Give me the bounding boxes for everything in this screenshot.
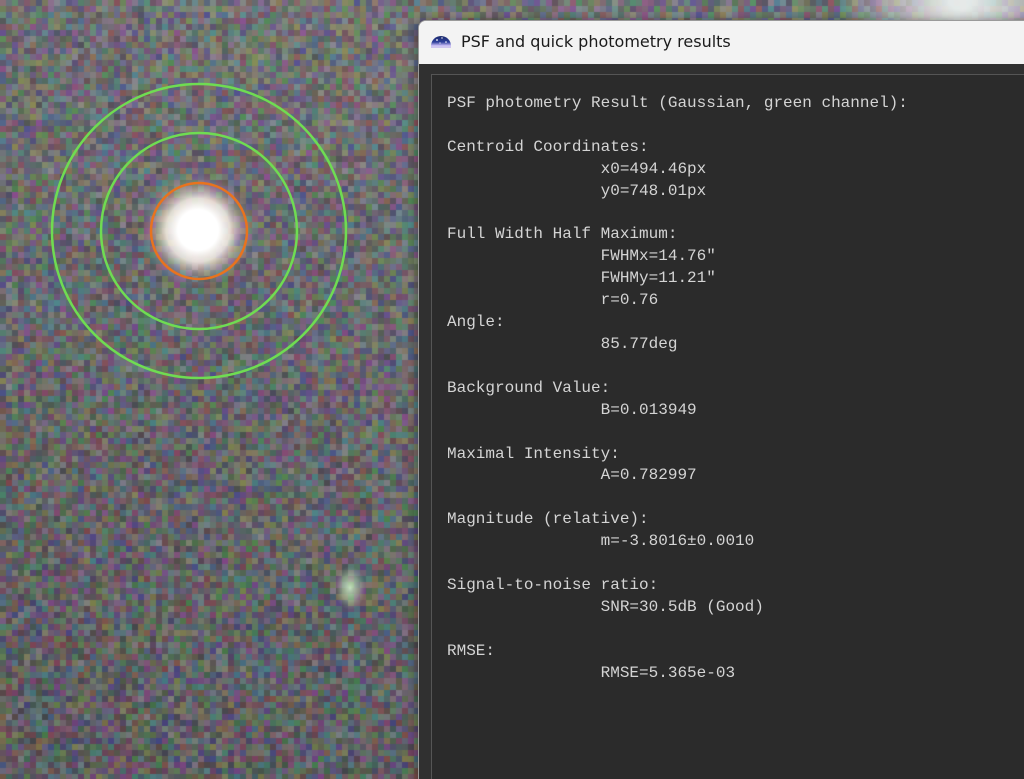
window-title: PSF and quick photometry results — [461, 32, 731, 51]
results-text[interactable]: PSF photometry Result (Gaussian, green c… — [447, 93, 908, 684]
results-text-panel[interactable]: PSF photometry Result (Gaussian, green c… — [431, 74, 1024, 779]
rmse-label: RMSE: — [447, 641, 496, 660]
snr-label: Signal-to-noise ratio: — [447, 575, 659, 594]
intensity-value: A=0.782997 — [600, 466, 697, 485]
angle-label: Angle: — [447, 313, 505, 332]
centroid-y0: y0=748.01px — [600, 181, 707, 200]
fwhm-r: r=0.76 — [600, 291, 659, 310]
magnitude-value: m=-3.8016±0.0010 — [600, 532, 755, 551]
fwhm-label: Full Width Half Maximum: — [447, 225, 678, 244]
centroid-x0: x0=494.46px — [600, 159, 707, 178]
background-value: B=0.013949 — [600, 400, 697, 419]
fwhm-x: FWHMx=14.76" — [600, 247, 716, 266]
target-star — [140, 172, 256, 288]
angle-value: 85.77deg — [600, 334, 678, 353]
intensity-label: Maximal Intensity: — [447, 444, 620, 463]
image-viewer[interactable]: PSF and quick photometry results PSF pho… — [0, 0, 1024, 779]
window-titlebar[interactable]: PSF and quick photometry results — [419, 21, 1024, 64]
result-heading: PSF photometry Result (Gaussian, green c… — [447, 94, 908, 112]
faint-star — [334, 566, 366, 610]
magnitude-label: Magnitude (relative): — [447, 510, 649, 529]
rmse-value: RMSE=5.365e-03 — [600, 663, 736, 682]
background-label: Background Value: — [447, 378, 611, 397]
psf-results-window[interactable]: PSF and quick photometry results PSF pho… — [418, 20, 1024, 779]
window-content: PSF photometry Result (Gaussian, green c… — [419, 64, 1024, 779]
snr-value: SNR=30.5dB (Good) — [600, 597, 764, 616]
centroid-label: Centroid Coordinates: — [447, 137, 649, 156]
fwhm-y: FWHMy=11.21" — [600, 269, 716, 288]
siril-app-icon — [431, 36, 451, 48]
